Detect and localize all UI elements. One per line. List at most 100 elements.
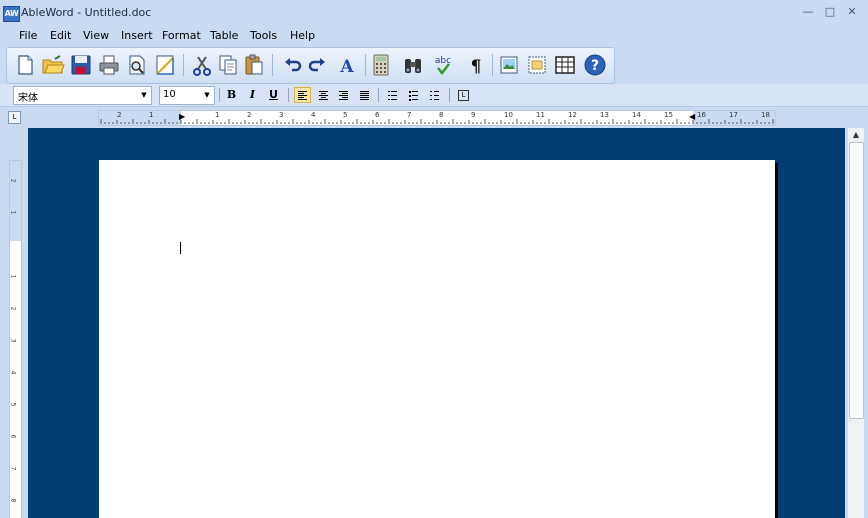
- ruler-label: 14: [632, 111, 641, 119]
- insert-table-icon[interactable]: [553, 53, 577, 77]
- svg-text:¶: ¶: [471, 57, 482, 77]
- toolbar-separator: [492, 54, 493, 76]
- font-size-select[interactable]: 10 ▼: [159, 86, 215, 105]
- ruler-label: 2: [9, 306, 17, 311]
- cut-icon[interactable]: [190, 53, 214, 77]
- toolbar-separator: [288, 88, 289, 102]
- print-icon[interactable]: [97, 53, 121, 77]
- vertical-ruler[interactable]: 2 1 1 2 3 4 5 6 7 8: [9, 160, 22, 518]
- calculator-icon[interactable]: [369, 53, 393, 77]
- toolbar-separator: [183, 54, 184, 76]
- menu-edit[interactable]: Edit: [50, 29, 71, 42]
- minimize-button[interactable]: —: [797, 3, 819, 21]
- scroll-up-icon[interactable]: ▲: [848, 128, 864, 142]
- help-icon[interactable]: ?: [583, 53, 607, 77]
- numbered-list-icon[interactable]: [384, 87, 401, 103]
- close-button[interactable]: ✕: [841, 3, 863, 21]
- italic-button[interactable]: I: [244, 87, 261, 103]
- spellcheck-icon[interactable]: abc: [431, 53, 455, 77]
- show-formatting-icon[interactable]: ¶: [464, 53, 488, 77]
- print-preview-icon[interactable]: [125, 53, 149, 77]
- menu-file[interactable]: File: [19, 29, 37, 42]
- ruler-label: 10: [504, 111, 513, 119]
- horizontal-ruler[interactable]: 2 1 1 2 3 4 5 6 7 8 9 10 11 12 13 14 15 …: [98, 110, 776, 126]
- align-right-icon[interactable]: [335, 87, 352, 103]
- main-toolbar: A abc ¶ ?: [6, 47, 615, 84]
- bold-button[interactable]: B: [223, 87, 240, 103]
- ruler-label: 6: [375, 111, 380, 119]
- toolbar-separator: [449, 88, 450, 102]
- toolbar-separator: [219, 88, 220, 102]
- maximize-button[interactable]: □: [819, 3, 841, 21]
- app-window: AW AbleWord - Untitled.doc — □ ✕ File Ed…: [0, 0, 868, 518]
- align-left-icon[interactable]: [294, 87, 311, 103]
- open-folder-icon[interactable]: [41, 53, 65, 77]
- align-center-icon[interactable]: [315, 87, 332, 103]
- document-page[interactable]: [99, 160, 775, 518]
- ruler-label: 11: [536, 111, 545, 119]
- undo-icon[interactable]: [281, 53, 305, 77]
- toolbar-separator: [272, 54, 273, 76]
- chevron-down-icon[interactable]: ▼: [137, 87, 151, 104]
- horizontal-ruler-row: L 2 1 1 2 3 4 5 6 7 8 9 10 11 12 13 14 1…: [0, 108, 868, 126]
- ruler-label: 9: [471, 111, 476, 119]
- ruler-label: 12: [568, 111, 577, 119]
- document-workspace: [28, 128, 845, 518]
- insert-image-icon[interactable]: [497, 53, 521, 77]
- ruler-label: 3: [279, 111, 284, 119]
- insert-textbox-icon[interactable]: [525, 53, 549, 77]
- vertical-scrollbar[interactable]: ▲: [847, 128, 864, 518]
- ruler-label: 13: [600, 111, 609, 119]
- redo-icon[interactable]: [305, 53, 329, 77]
- ruler-label: 3: [9, 338, 17, 343]
- toolbar-separator: [365, 54, 366, 76]
- scroll-thumb[interactable]: [849, 142, 864, 419]
- find-icon[interactable]: [401, 53, 425, 77]
- underline-button[interactable]: U: [265, 87, 282, 103]
- title-bar: AW AbleWord - Untitled.doc — □ ✕: [0, 0, 868, 26]
- menu-help[interactable]: Help: [290, 29, 315, 42]
- menu-format[interactable]: Format: [162, 29, 201, 42]
- tab-stop-icon[interactable]: L: [455, 87, 472, 103]
- menu-table[interactable]: Table: [210, 29, 238, 42]
- ruler-label: 5: [343, 111, 348, 119]
- ruler-label: 8: [9, 498, 17, 503]
- indent-list-icon[interactable]: [426, 87, 443, 103]
- save-icon[interactable]: [69, 53, 93, 77]
- ruler-label: 8: [439, 111, 444, 119]
- chevron-down-icon[interactable]: ▼: [200, 87, 214, 104]
- ruler-label: 2: [117, 111, 122, 119]
- svg-text:A: A: [339, 57, 354, 77]
- new-document-icon[interactable]: [13, 53, 37, 77]
- paste-icon[interactable]: [242, 53, 266, 77]
- menu-insert[interactable]: Insert: [121, 29, 153, 42]
- align-justify-icon[interactable]: [356, 87, 373, 103]
- menu-tools[interactable]: Tools: [250, 29, 277, 42]
- left-indent-marker[interactable]: ▶: [179, 112, 185, 121]
- ruler-label: 18: [761, 111, 770, 119]
- app-logo-icon[interactable]: AW: [3, 6, 20, 22]
- ruler-label: 16: [697, 111, 706, 119]
- font-size-value: 10: [163, 89, 176, 100]
- font-icon[interactable]: A: [335, 53, 359, 77]
- ruler-top-margin: [10, 161, 21, 241]
- ruler-label: 6: [9, 434, 17, 439]
- copy-icon[interactable]: [216, 53, 240, 77]
- ruler-ticks: [100, 119, 774, 124]
- ruler-label: 4: [9, 370, 17, 375]
- menu-view[interactable]: View: [83, 29, 109, 42]
- ruler-label: 15: [664, 111, 673, 119]
- ruler-label: 5: [9, 402, 17, 407]
- ruler-label: 4: [311, 111, 316, 119]
- font-name-select[interactable]: 宋体 ▼: [13, 86, 152, 105]
- svg-text:?: ?: [591, 58, 599, 74]
- tab-type-selector[interactable]: L: [8, 111, 21, 124]
- right-indent-marker[interactable]: ◀: [689, 112, 695, 121]
- ruler-label: 1: [149, 111, 154, 119]
- page-setup-icon[interactable]: [153, 53, 177, 77]
- window-title: AbleWord - Untitled.doc: [21, 6, 152, 19]
- ruler-label: 1: [215, 111, 220, 119]
- ruler-label: 1: [9, 274, 17, 279]
- bullet-list-icon[interactable]: [405, 87, 422, 103]
- menu-bar: File Edit View Insert Format Table Tools…: [0, 27, 868, 45]
